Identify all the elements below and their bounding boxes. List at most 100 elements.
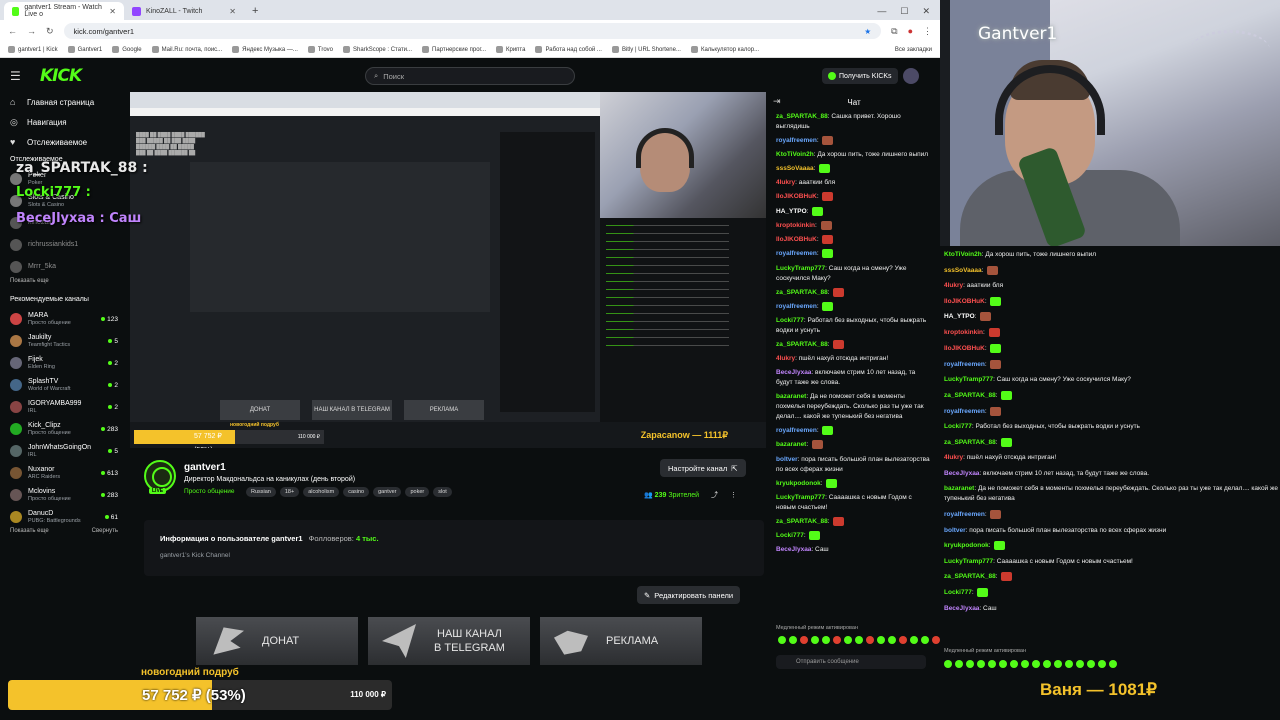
chat-input[interactable]: Отправить сообщение [776, 655, 926, 669]
chat-username[interactable]: Locki777 [776, 317, 804, 324]
stream-category[interactable]: Просто общение [184, 488, 235, 495]
get-kicks-button[interactable]: Получить KICKs [822, 68, 898, 84]
chat-username[interactable]: HA_YTPO [776, 208, 807, 215]
chat-username[interactable]: sssSoVaaaa [944, 267, 982, 274]
chat-username[interactable]: lloJIKOBHuK [776, 236, 817, 243]
chat-username[interactable]: royalfreemen [944, 511, 985, 518]
chat-username[interactable]: kroptokinkin [944, 329, 983, 336]
chat-username[interactable]: 4lukry [944, 454, 963, 461]
channel-panel[interactable]: ДОНАТ [196, 617, 358, 665]
bookmark-item[interactable]: Trovo [307, 46, 333, 53]
profile-icon[interactable]: ● [908, 26, 913, 36]
chat-username[interactable]: Locki777 [944, 423, 972, 430]
minimize-icon[interactable]: — [877, 6, 886, 16]
chat-username[interactable]: boltver [944, 527, 966, 534]
chat-username[interactable]: KtoTiVoin2h [776, 151, 814, 158]
chat-username[interactable]: 4lukry [776, 179, 795, 186]
video-player[interactable]: ████ ██ ████ ████ ██████ ███ █████ ██ ███… [130, 92, 766, 448]
chat-username[interactable]: BeceJlyxaa [776, 546, 811, 553]
sidebar-channel[interactable]: DanucD PUBG: Battlegrounds 61 [0, 506, 128, 528]
sidebar-channel[interactable]: Fijek Elden Ring 2 [0, 352, 128, 374]
chat-username[interactable]: lloJIKOBHuK [944, 298, 985, 305]
chat-username[interactable]: bazaranet [776, 393, 806, 400]
avatar[interactable] [903, 68, 919, 84]
extensions-icon[interactable]: ⧉ [891, 26, 897, 37]
channel-name[interactable]: gantver1 [184, 462, 226, 473]
bookmark-item[interactable]: Google [112, 46, 142, 53]
chat-username[interactable]: BeceJlyxaa [944, 605, 979, 612]
edit-panels-button[interactable]: ✎ Редактировать панели [637, 586, 741, 604]
sidebar-channel[interactable]: IGORYAMBA999 IRL 2 [0, 396, 128, 418]
stream-tag[interactable]: alcoholism [303, 487, 340, 497]
sidebar-channel[interactable]: JohnWhatsGoingOn IRL 5 [0, 440, 128, 462]
chat-username[interactable]: LuckyTramp777 [944, 376, 993, 383]
sidebar-channel[interactable]: Jaukilty Teamfight Tactics 5 [0, 330, 128, 352]
chat-username[interactable]: za_SPARTAK_88 [776, 289, 828, 296]
show-more-following[interactable]: Показать еще [0, 278, 128, 292]
chat-username[interactable]: boltver [776, 456, 798, 463]
stream-tag[interactable]: gantver [373, 487, 402, 497]
sidebar-channel[interactable]: Mclovins Просто общение 283 [0, 484, 128, 506]
chat-username[interactable]: Locki777 [776, 532, 804, 539]
chat-username[interactable]: kryukpodonok [944, 542, 989, 549]
close-window-icon[interactable]: ✕ [922, 6, 930, 17]
sidebar-channel[interactable]: MARA Просто общение 123 [0, 308, 128, 330]
tab-twitch[interactable]: KinoZALL - Twitch ✕ [124, 2, 244, 20]
chat-username[interactable]: 4lukry [776, 355, 795, 362]
share-icon[interactable]: ⤴ [711, 490, 718, 500]
sidebar-channel[interactable]: Kick_Clipz Просто общение 283 [0, 418, 128, 440]
bookmark-item[interactable]: Gantver1 [67, 46, 102, 53]
chat-username[interactable]: royalfreemen [776, 251, 817, 258]
bookmark-item[interactable]: Калькулятор калор... [690, 46, 759, 53]
search-input[interactable]: ⌕ Поиск [365, 67, 575, 85]
chat-username[interactable]: kryukpodonok [776, 480, 821, 487]
channel-panel[interactable]: НАШ КАНАЛ В TELEGRAM [368, 617, 530, 665]
bookmark-item[interactable]: Mail.Ru: почта, поис... [151, 46, 222, 53]
chat-username[interactable]: kroptokinkin [776, 222, 815, 229]
bookmark-star-icon[interactable]: ★ [864, 27, 871, 36]
nav-home[interactable]: ⌂ Главная страница [0, 92, 128, 112]
chat-username[interactable]: BeceJlyxaa [776, 369, 811, 376]
bookmark-item[interactable]: Яндекс Музыка —... [232, 46, 298, 53]
sidebar-channel[interactable]: richrussiankids1 [0, 234, 128, 256]
chat-username[interactable]: lloJIKOBHuK [776, 194, 817, 201]
stream-tag[interactable]: slot [433, 487, 452, 497]
chat-username[interactable]: za_SPARTAK_88 [776, 113, 828, 120]
all-bookmarks[interactable]: Все закладки [895, 47, 932, 53]
bookmark-item[interactable]: Крипта [496, 46, 525, 53]
chat-username[interactable]: BeceJlyxaa [944, 470, 979, 477]
collapse-chat-icon[interactable]: ⇥ [773, 96, 781, 107]
chat-username[interactable]: royalfreemen [944, 361, 985, 368]
bookmark-item[interactable]: gantver1 | Kick [8, 46, 58, 53]
bookmark-item[interactable]: SharkScope : Стати... [343, 46, 412, 53]
nav-browse[interactable]: ◎ Навигация [0, 112, 128, 132]
chat-username[interactable]: bazaranet [944, 485, 974, 492]
chat-username[interactable]: lloJIKOBHuK [944, 345, 985, 352]
new-tab-button[interactable]: + [244, 2, 266, 20]
chat-username[interactable]: Locki777 [944, 589, 972, 596]
menu-icon[interactable]: ⋮ [923, 26, 932, 37]
chat-username[interactable]: royalfreemen [776, 303, 817, 310]
sidebar-channel[interactable]: Nuxanor ARC Raiders 613 [0, 462, 128, 484]
channel-panel[interactable]: РЕКЛАМА [540, 617, 702, 665]
chat-username[interactable]: royalfreemen [776, 137, 817, 144]
nav-following[interactable]: ♥ Отслеживаемое [0, 132, 128, 152]
close-tab-icon[interactable]: ✕ [229, 7, 236, 16]
kick-logo[interactable]: KICK [40, 66, 82, 86]
more-icon[interactable]: ⋮ [730, 491, 737, 499]
tab-kick[interactable]: gantver1 Stream - Watch Live o ✕ [4, 2, 124, 20]
back-icon[interactable]: ← [8, 26, 17, 36]
bookmark-item[interactable]: Партнерские прог... [422, 46, 486, 53]
sidebar-channel[interactable]: Mrrr_5ka [0, 256, 128, 278]
chat-username[interactable]: sssSoVaaaa [776, 165, 814, 172]
chat-username[interactable]: HA_YTPO [944, 314, 975, 321]
stream-tag[interactable]: Russian [246, 487, 276, 497]
menu-icon[interactable]: ☰ [10, 69, 24, 83]
chat-username[interactable]: 4lukry [944, 282, 963, 289]
chat-username[interactable]: za_SPARTAK_88 [944, 392, 996, 399]
reload-icon[interactable]: ↻ [46, 26, 54, 37]
address-bar[interactable]: kick.com/gantver1 ★ [63, 23, 882, 39]
chat-username[interactable]: bazaranet [776, 442, 806, 449]
close-tab-icon[interactable]: ✕ [109, 7, 116, 16]
chat-username[interactable]: za_SPARTAK_88 [776, 341, 828, 348]
